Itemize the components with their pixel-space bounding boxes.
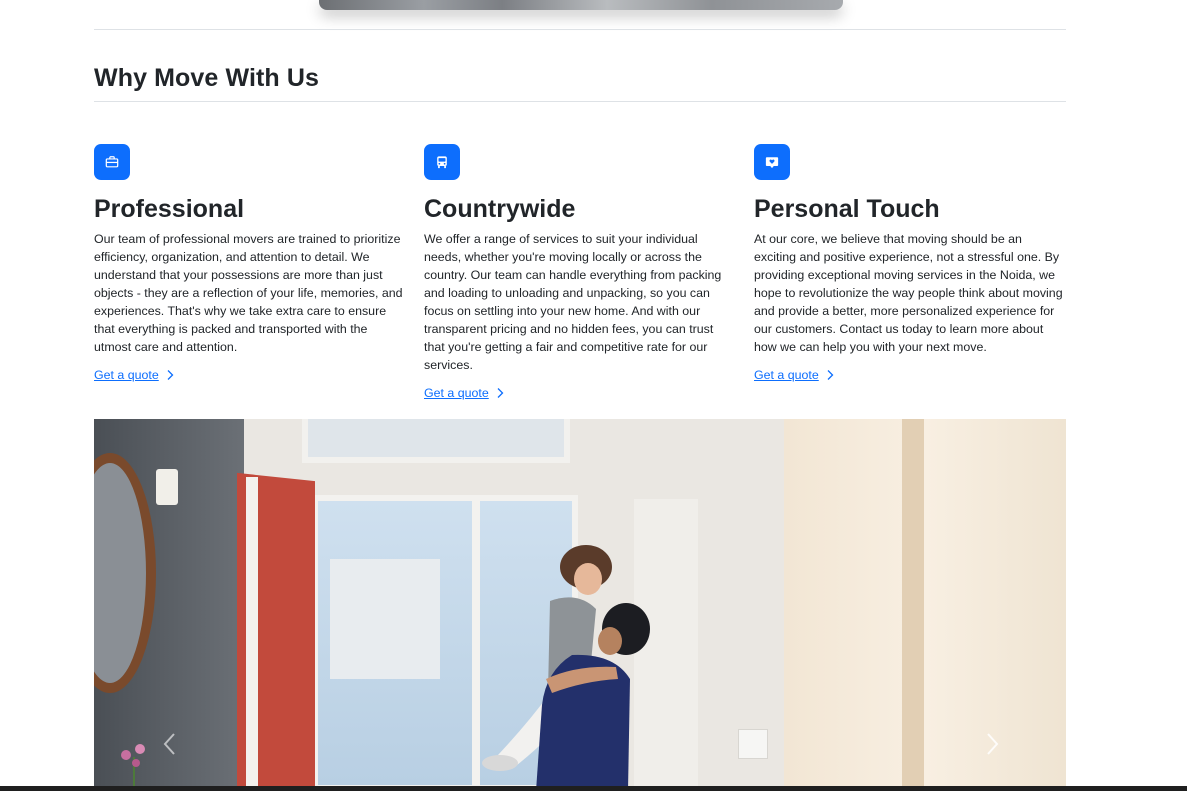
- bus-icon: [424, 144, 460, 180]
- feature-text: Our team of professional movers are trai…: [94, 232, 403, 354]
- get-quote-label: Get a quote: [94, 368, 159, 382]
- feature-professional: Professional Our team of professional mo…: [94, 144, 406, 384]
- carousel-next-button[interactable]: [982, 731, 1002, 757]
- section-title: Why Move With Us: [94, 64, 319, 92]
- divider-title: [94, 101, 1066, 102]
- hero-carousel-image: [94, 419, 1066, 791]
- light-switch: [738, 729, 768, 759]
- get-quote-label: Get a quote: [424, 386, 489, 400]
- get-quote-link[interactable]: Get a quote: [424, 386, 505, 400]
- transom-window: [302, 419, 570, 463]
- feature-text: We offer a range of services to suit you…: [424, 232, 722, 372]
- get-quote-link[interactable]: Get a quote: [754, 368, 835, 382]
- man-figure: [536, 603, 650, 791]
- divider-top: [94, 29, 1066, 30]
- get-quote-link[interactable]: Get a quote: [94, 368, 175, 382]
- heart-chat-icon: [754, 144, 790, 180]
- outside-house: [330, 559, 440, 679]
- chevron-right-icon: [167, 370, 174, 380]
- chevron-right-icon: [497, 388, 504, 398]
- feature-text: At our core, we believe that moving shou…: [754, 232, 1063, 354]
- carousel-prev-button[interactable]: [160, 731, 180, 757]
- bottom-bar: [0, 786, 1187, 791]
- feature-title: Personal Touch: [754, 195, 940, 223]
- feature-title: Countrywide: [424, 195, 576, 223]
- previous-image-bottom: [319, 0, 843, 10]
- hallway: [784, 419, 1066, 791]
- wall-sconce: [156, 469, 178, 505]
- feature-countrywide: Countrywide We offer a range of services…: [424, 144, 736, 402]
- flower-plant: [121, 744, 145, 791]
- briefcase-icon: [94, 144, 130, 180]
- chevron-right-icon: [827, 370, 834, 380]
- feature-personal-touch: Personal Touch At our core, we believe t…: [754, 144, 1066, 384]
- get-quote-label: Get a quote: [754, 368, 819, 382]
- door-frame: [902, 419, 924, 791]
- feature-title: Professional: [94, 195, 245, 223]
- door-edge: [246, 477, 258, 791]
- chevron-right-icon: [987, 733, 999, 755]
- chevron-left-icon: [163, 733, 175, 755]
